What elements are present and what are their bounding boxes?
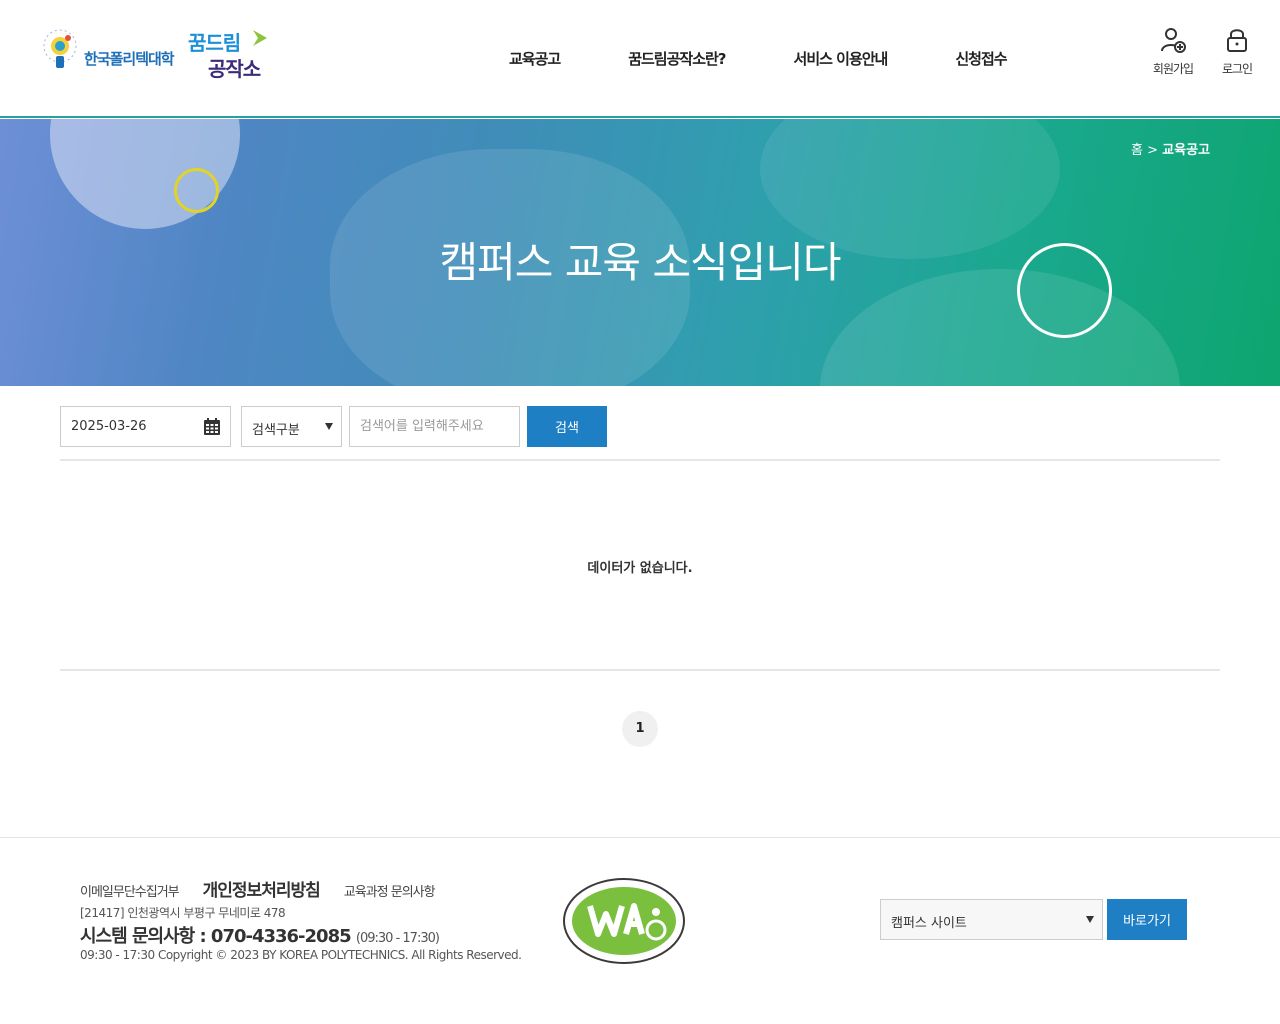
yellow-ring-decoration [174,168,219,213]
footer-contact: 시스템 문의사항 : 070-4336-2085 (09:30 - 17:30) [80,922,440,948]
list-bottom-divider [60,669,1220,671]
footer-links: 이메일무단수집거부 개인정보처리방침 교육과정 문의사항 [80,876,459,901]
lightbulb-logo-icon [43,29,77,68]
pagination-page-1[interactable]: 1 [622,711,658,747]
site-footer: 이메일무단수집거부 개인정보처리방침 교육과정 문의사항 [21417] 인천광… [0,837,1280,1024]
footer-link-inquiry[interactable]: 교육과정 문의사항 [344,881,436,900]
breadcrumb-home[interactable]: 홈 [1131,143,1143,158]
search-type-value: 검색구분 [252,423,300,438]
nav-service-guide[interactable]: 서비스 이용안내 [760,48,922,69]
utility-menu: 회원가입 로그인 [1148,26,1262,77]
main-nav: 교육공고 꿈드림공작소란? 서비스 이용안내 신청접수 [475,48,1041,69]
footer-link-privacy[interactable]: 개인정보처리방침 [203,876,321,901]
page-banner: 홈 > 교육공고 캠퍼스 교육 소식입니다 [0,119,1280,386]
dropdown-arrow-icon [1086,916,1094,923]
org-name: 한국폴리텍대학 [84,50,175,68]
site-header: 한국폴리텍대학 꿈드림 공작소 교육공고 꿈드림공작소란? 서비스 이용안내 신… [0,0,1280,118]
search-bar: 2025-03-26 검색구분 검색 [60,406,607,447]
date-value: 2025-03-26 [71,419,147,434]
search-type-select[interactable]: 검색구분 [241,406,342,447]
lock-icon [1227,29,1247,52]
breadcrumb-separator: > [1147,143,1159,158]
star-icon [253,30,267,46]
footer-address: [21417] 인천광역시 부평구 무네미로 478 [80,906,286,920]
signup-button[interactable]: 회원가입 [1148,26,1198,77]
page-title: 캠퍼스 교육 소식입니다 [439,238,841,287]
calendar-icon[interactable] [204,418,220,435]
brand-line2: 공작소 [208,57,261,81]
go-button[interactable]: 바로가기 [1107,899,1187,940]
nav-about[interactable]: 꿈드림공작소란? [594,48,759,69]
footer-link-email-refusal[interactable]: 이메일무단수집거부 [80,881,180,900]
login-button[interactable]: 로그인 [1212,26,1262,77]
breadcrumb: 홈 > 교육공고 [1131,139,1210,158]
campus-site-value: 캠퍼스 사이트 [891,916,967,931]
list-top-divider [60,459,1220,461]
footer-copyright: 09:30 - 17:30 Copyright © 2023 BY KOREA … [80,948,522,962]
search-input[interactable] [349,406,520,447]
signup-label: 회원가입 [1152,62,1194,76]
user-add-icon [1161,28,1186,53]
footer-contact-label: 시스템 문의사항 : 070-4336-2085 [80,926,352,947]
footer-contact-hours: (09:30 - 17:30) [355,931,440,946]
date-picker[interactable]: 2025-03-26 [60,406,231,447]
login-label: 로그인 [1221,62,1253,76]
nav-apply[interactable]: 신청접수 [921,48,1040,69]
search-button[interactable]: 검색 [527,406,607,447]
nav-edu-notice[interactable]: 교육공고 [475,48,594,69]
site-logo[interactable]: 한국폴리텍대학 꿈드림 공작소 [38,26,278,96]
empty-message: 데이터가 없습니다. [587,561,693,576]
breadcrumb-current: 교육공고 [1162,143,1210,158]
campus-site-select[interactable]: 캠퍼스 사이트 [880,899,1103,940]
dropdown-arrow-icon [325,423,333,430]
web-accessibility-mark-icon [563,878,685,964]
